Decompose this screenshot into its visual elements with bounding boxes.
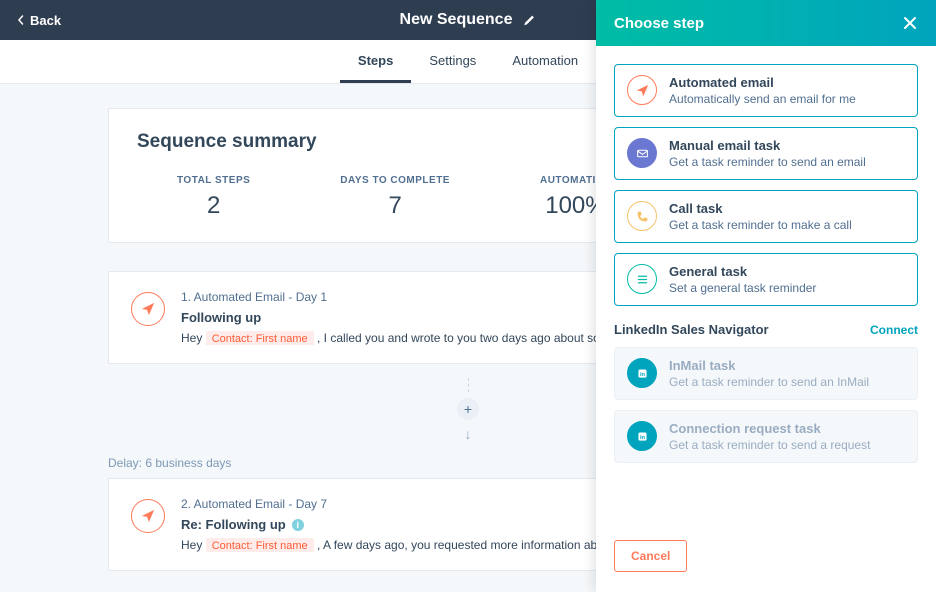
choose-step-panel: Choose step Automated email Automaticall… xyxy=(596,0,936,592)
page-title-wrap: New Sequence xyxy=(400,11,537,29)
option-desc: Get a task reminder to make a call xyxy=(669,218,852,232)
panel-footer: Cancel xyxy=(596,540,936,592)
tab-steps[interactable]: Steps xyxy=(340,40,411,83)
close-icon[interactable] xyxy=(902,15,918,31)
option-connection-request: in Connection request task Get a task re… xyxy=(614,410,918,463)
list-icon xyxy=(627,264,657,294)
tab-label: Steps xyxy=(358,53,393,68)
panel-title: Choose step xyxy=(614,15,704,32)
delay-value: 6 business days xyxy=(145,456,231,470)
linkedin-section: LinkedIn Sales Navigator Connect xyxy=(614,322,918,337)
pencil-icon[interactable] xyxy=(522,13,536,27)
option-title: InMail task xyxy=(669,358,869,373)
page-title: New Sequence xyxy=(400,11,513,29)
tab-settings[interactable]: Settings xyxy=(411,40,494,83)
panel-header: Choose step xyxy=(596,0,936,46)
option-title: Automated email xyxy=(669,75,856,90)
linkedin-label: LinkedIn Sales Navigator xyxy=(614,322,769,337)
stat-label: TOTAL STEPS xyxy=(177,175,250,186)
option-title: Connection request task xyxy=(669,421,870,436)
stat-value: 2 xyxy=(177,192,250,220)
send-icon xyxy=(131,292,165,326)
personalization-token: Contact: First name xyxy=(206,538,314,552)
stat: TOTAL STEPS 2 xyxy=(177,175,250,220)
add-step-button[interactable]: + xyxy=(457,398,479,420)
option-desc: Automatically send an email for me xyxy=(669,92,856,106)
option-general-task[interactable]: General task Set a general task reminder xyxy=(614,253,918,306)
connect-link[interactable]: Connect xyxy=(870,323,918,337)
option-call-task[interactable]: Call task Get a task reminder to make a … xyxy=(614,190,918,243)
stat: DAYS TO COMPLETE 7 xyxy=(340,175,450,220)
option-desc: Set a general task reminder xyxy=(669,281,816,295)
back-label: Back xyxy=(30,13,61,28)
option-title: Manual email task xyxy=(669,138,866,153)
option-inmail-task: in InMail task Get a task reminder to se… xyxy=(614,347,918,400)
option-title: General task xyxy=(669,264,816,279)
option-desc: Get a task reminder to send a request xyxy=(669,438,870,452)
tab-label: Settings xyxy=(429,53,476,68)
svg-text:in: in xyxy=(639,434,645,440)
option-manual-email[interactable]: Manual email task Get a task reminder to… xyxy=(614,127,918,180)
personalization-token: Contact: First name xyxy=(206,331,314,345)
mail-icon xyxy=(627,138,657,168)
phone-icon xyxy=(627,201,657,231)
panel-body: Automated email Automatically send an em… xyxy=(596,46,936,540)
back-button[interactable]: Back xyxy=(0,13,77,28)
linkedin-icon: in xyxy=(627,421,657,451)
option-desc: Get a task reminder to send an InMail xyxy=(669,375,869,389)
option-title: Call task xyxy=(669,201,852,216)
option-desc: Get a task reminder to send an email xyxy=(669,155,866,169)
chevron-left-icon xyxy=(16,15,26,25)
svg-text:in: in xyxy=(639,371,645,377)
info-icon[interactable]: i xyxy=(292,519,304,531)
cancel-button[interactable]: Cancel xyxy=(614,540,687,572)
send-icon xyxy=(131,499,165,533)
tab-automation[interactable]: Automation xyxy=(494,40,596,83)
tab-label: Automation xyxy=(512,53,578,68)
linkedin-icon: in xyxy=(627,358,657,388)
stat-value: 7 xyxy=(340,192,450,220)
option-automated-email[interactable]: Automated email Automatically send an em… xyxy=(614,64,918,117)
delay-label: Delay: xyxy=(108,456,142,470)
send-icon xyxy=(627,75,657,105)
arrow-down-icon: ↓ xyxy=(465,426,472,442)
stat-label: DAYS TO COMPLETE xyxy=(340,175,450,186)
